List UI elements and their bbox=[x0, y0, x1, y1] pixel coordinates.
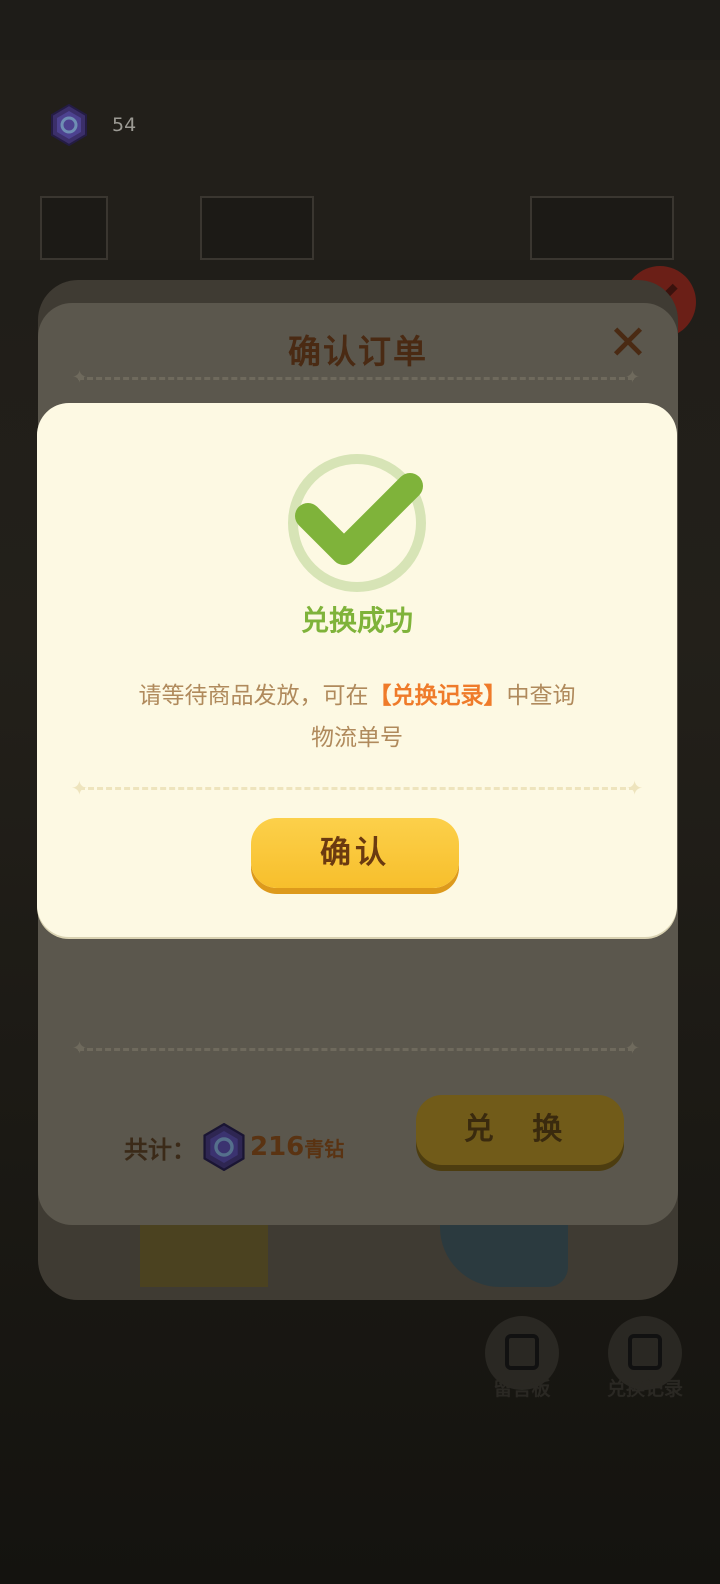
background-shelf-item bbox=[40, 196, 108, 260]
success-title: 兑换成功 bbox=[300, 604, 413, 637]
gem-balance: 54 bbox=[50, 104, 136, 146]
order-dialog-title: 确认订单 bbox=[288, 332, 428, 371]
exchange-success-dialog: 兑换成功 请等待商品发放，可在【兑换记录】中查询 物流单号 确认 bbox=[37, 403, 677, 937]
divider bbox=[72, 367, 640, 388]
background-shelf-item bbox=[530, 196, 674, 260]
success-message: 请等待商品发放，可在【兑换记录】中查询 物流单号 bbox=[97, 675, 617, 759]
message-board-icon bbox=[505, 1334, 539, 1370]
background-product-thumb bbox=[140, 1225, 268, 1287]
total-label: 共计： bbox=[124, 1135, 196, 1164]
gem-count: 54 bbox=[112, 114, 137, 136]
message-prefix: 请等待商品发放，可在 bbox=[138, 683, 369, 709]
exchange-records-link[interactable]: 【兑换记录】 bbox=[369, 683, 507, 709]
exchange-records-label: 兑换记录 bbox=[606, 1378, 683, 1400]
check-circle-icon bbox=[288, 454, 426, 592]
total-amount: 216 bbox=[250, 1132, 305, 1162]
divider bbox=[72, 1038, 640, 1059]
gem-icon bbox=[203, 1123, 245, 1171]
exchange-button[interactable]: 兑 换 bbox=[416, 1095, 624, 1165]
divider bbox=[71, 776, 643, 800]
background-shelf-item bbox=[200, 196, 314, 260]
success-message-line2: 物流单号 bbox=[311, 725, 403, 751]
success-message-line1: 请等待商品发放，可在【兑换记录】中查询 bbox=[97, 675, 617, 717]
exchange-records-icon bbox=[628, 1334, 662, 1370]
message-board-label: 留言板 bbox=[493, 1378, 551, 1400]
order-total: 共计： 216 青钻 bbox=[124, 1123, 344, 1171]
order-close-icon[interactable]: ✕ bbox=[606, 319, 650, 367]
total-unit: 青钻 bbox=[304, 1136, 345, 1161]
message-suffix: 中查询 bbox=[506, 683, 576, 709]
gem-icon bbox=[51, 104, 87, 146]
confirm-button[interactable]: 确认 bbox=[251, 818, 459, 888]
